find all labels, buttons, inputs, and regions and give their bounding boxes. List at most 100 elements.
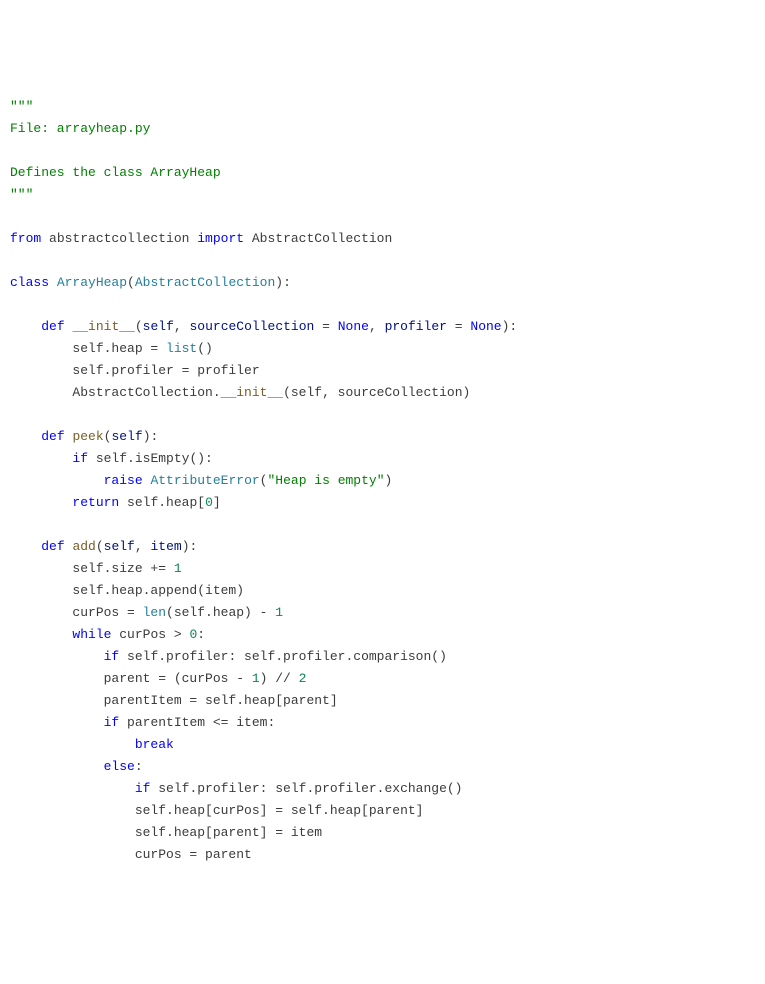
code-token: ] [213,495,221,510]
code-token: self [104,539,135,554]
code-token: ( [96,539,104,554]
code-token: ) [385,473,393,488]
code-token: ): [275,275,291,290]
code-token: else [104,759,135,774]
code-token: import [197,231,244,246]
code-token: def [41,319,64,334]
code-block: """ File: arrayheap.py Defines the class … [10,96,755,866]
code-token: 1 [275,605,283,620]
code-line: AbstractCollection.__init__(self, source… [10,382,755,404]
code-token: add [72,539,95,554]
code-token [10,737,135,752]
code-token: = [314,319,337,334]
code-token: if [135,781,151,796]
code-token [10,759,104,774]
code-token: class [10,275,49,290]
code-token: self.heap = [10,341,166,356]
code-token: self.heap[curPos] = self.heap[parent] [10,803,423,818]
code-token: (self, sourceCollection) [283,385,470,400]
code-line: self.heap[curPos] = self.heap[parent] [10,800,755,822]
code-token: None [338,319,369,334]
code-token: self.profiler: self.profiler.comparison(… [119,649,447,664]
code-token: """ [10,99,33,114]
code-line: class ArrayHeap(AbstractCollection): [10,272,755,294]
code-token: parentItem <= item: [119,715,275,730]
code-token: self [143,319,174,334]
code-line [10,250,755,272]
code-token [10,429,41,444]
code-token: ) // [260,671,299,686]
code-token: if [104,649,120,664]
code-line: self.size += 1 [10,558,755,580]
code-line: if parentItem <= item: [10,712,755,734]
code-token: Defines the class ArrayHeap [10,165,221,180]
code-token: ( [127,275,135,290]
code-token: parent = (curPos - [10,671,252,686]
code-line [10,294,755,316]
code-token: AbstractCollection. [10,385,221,400]
code-line: curPos = len(self.heap) - 1 [10,602,755,624]
code-token: 2 [299,671,307,686]
code-token: ArrayHeap [57,275,127,290]
code-token: None [470,319,501,334]
code-line [10,404,755,426]
code-token: ): [143,429,159,444]
code-line [10,514,755,536]
code-token: , [135,539,151,554]
code-line: def __init__(self, sourceCollection = No… [10,316,755,338]
code-token: = [447,319,470,334]
code-token: from [10,231,41,246]
code-token: if [104,715,120,730]
code-line: curPos = parent [10,844,755,866]
code-token [10,539,41,554]
code-token [10,649,104,664]
code-line: parentItem = self.heap[parent] [10,690,755,712]
code-token: while [72,627,111,642]
code-line: if self.profiler: self.profiler.exchange… [10,778,755,800]
code-token: () [197,341,213,356]
code-token [10,319,41,334]
code-token: File: arrayheap.py [10,121,150,136]
code-line: def peek(self): [10,426,755,448]
code-token: ): [502,319,518,334]
code-token: list [166,341,197,356]
code-token: raise [104,473,143,488]
code-token: self [111,429,142,444]
code-line: File: arrayheap.py [10,118,755,140]
code-token: self.size += [10,561,174,576]
code-token: "Heap is empty" [267,473,384,488]
code-token [10,627,72,642]
code-line: return self.heap[0] [10,492,755,514]
code-token: : [197,627,205,642]
code-token: , [174,319,190,334]
code-line: """ [10,96,755,118]
code-token: AttributeError [150,473,259,488]
code-token: AbstractCollection [135,275,275,290]
code-token: if [72,451,88,466]
code-token [49,275,57,290]
code-token: 0 [205,495,213,510]
code-token: ): [182,539,198,554]
code-token [10,495,72,510]
code-line: Defines the class ArrayHeap [10,162,755,184]
code-token: curPos > [111,627,189,642]
code-token [10,451,72,466]
code-token: : [135,759,143,774]
code-token: curPos = parent [10,847,252,862]
code-line: self.profiler = profiler [10,360,755,382]
code-token: self.heap[ [119,495,205,510]
code-token: len [143,605,166,620]
code-token: abstractcollection [41,231,197,246]
code-line: raise AttributeError("Heap is empty") [10,470,755,492]
code-token: self.profiler = profiler [10,363,260,378]
code-token: __init__ [221,385,283,400]
code-line: if self.isEmpty(): [10,448,755,470]
code-token: profiler [385,319,447,334]
code-token: self.heap.append(item) [10,583,244,598]
code-line: self.heap[parent] = item [10,822,755,844]
code-token: , [369,319,385,334]
code-token: 1 [252,671,260,686]
code-token [10,715,104,730]
code-token: self.isEmpty(): [88,451,213,466]
code-line: if self.profiler: self.profiler.comparis… [10,646,755,668]
